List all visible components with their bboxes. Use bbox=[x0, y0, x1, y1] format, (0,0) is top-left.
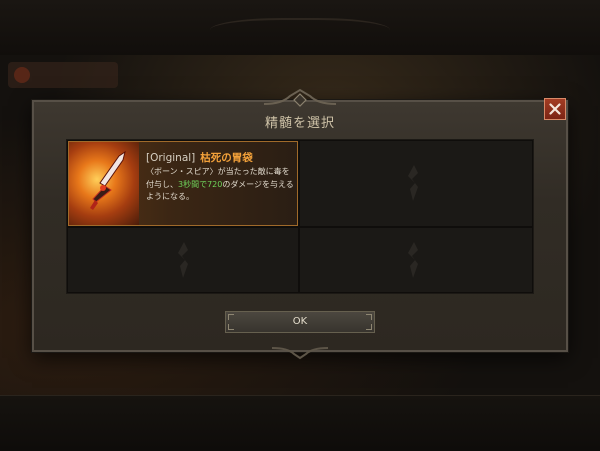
spear-icon bbox=[90, 150, 126, 210]
background-bottom-bar bbox=[0, 395, 600, 451]
ok-button-label: OK bbox=[292, 316, 308, 327]
close-icon bbox=[549, 103, 561, 115]
button-corner bbox=[228, 314, 234, 320]
item-image bbox=[69, 142, 139, 225]
empty-slot[interactable] bbox=[300, 141, 532, 226]
ok-button[interactable]: OK bbox=[225, 311, 375, 333]
item-name-line: [Original] 枯死の胃袋 bbox=[146, 150, 253, 165]
dialog-title: 精髄を選択 bbox=[264, 116, 335, 131]
button-corner bbox=[228, 324, 234, 330]
background-chip-icon bbox=[14, 67, 30, 83]
empty-slot[interactable] bbox=[300, 228, 532, 292]
item-desc-duration: 3秒間で bbox=[178, 179, 208, 189]
close-button[interactable] bbox=[544, 98, 566, 120]
essence-emblem-icon bbox=[178, 242, 188, 278]
item-desc-damage: 720 bbox=[207, 179, 223, 189]
dialog-bottom-ornament bbox=[271, 347, 329, 360]
item-description: 〈ボーン・スピア〉が当たった敵に毒を付与し、3秒間で720のダメージを与えるよう… bbox=[146, 166, 294, 204]
dialog-top-ornament bbox=[263, 88, 337, 107]
essence-emblem-icon bbox=[408, 242, 418, 278]
button-corner bbox=[366, 314, 372, 320]
background-ornament bbox=[210, 18, 390, 48]
empty-slot[interactable] bbox=[68, 228, 298, 292]
item-name: 枯死の胃袋 bbox=[200, 152, 253, 164]
essence-emblem-icon bbox=[408, 165, 418, 201]
item-original-tag: [Original] bbox=[146, 152, 196, 164]
button-corner bbox=[366, 324, 372, 330]
